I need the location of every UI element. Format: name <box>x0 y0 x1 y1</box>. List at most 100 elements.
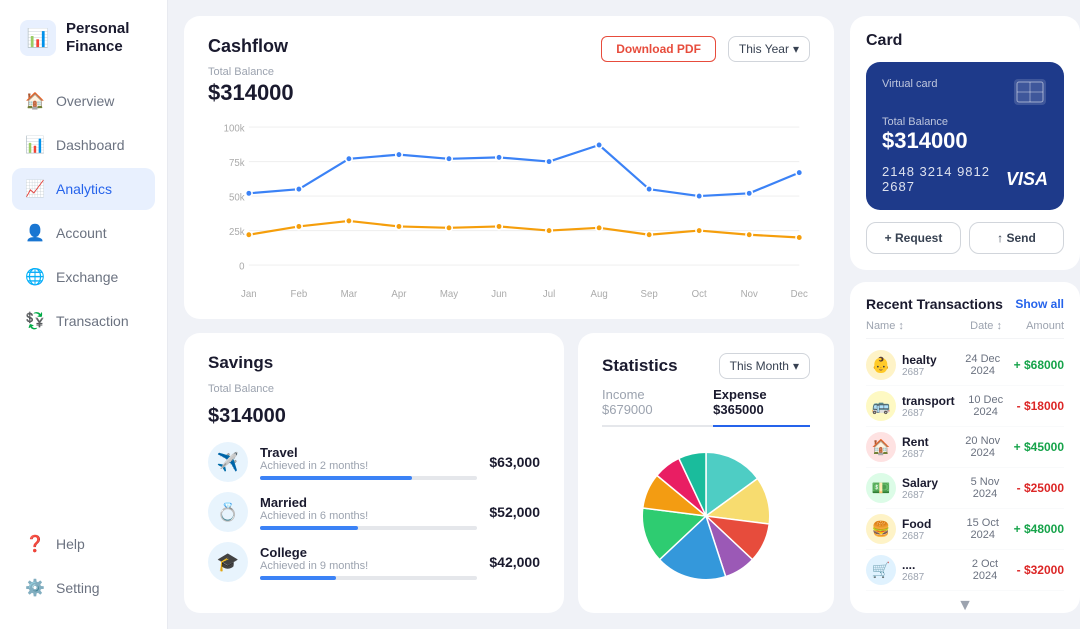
sidebar-item-overview[interactable]: 🏠 Overview <box>12 80 155 122</box>
pie-container <box>602 439 810 593</box>
svg-text:Jul: Jul <box>543 289 555 300</box>
card-widget-title: Card <box>866 32 1064 50</box>
txn-row-1[interactable]: 🚌 transport 2687 10 Dec 2024 - $18000 <box>866 386 1064 427</box>
sidebar-bottom: ❓ Help⚙️ Setting <box>0 523 167 609</box>
top-row: Cashflow Download PDF This Year ▾ Total … <box>184 16 834 319</box>
txn-row-2[interactable]: 🏠 Rent 2687 20 Nov 2024 + $45000 <box>866 427 1064 468</box>
txn-amount-1: - $18000 <box>1017 399 1064 413</box>
sidebar-item-analytics[interactable]: 📈 Analytics <box>12 168 155 210</box>
main-content: Cashflow Download PDF This Year ▾ Total … <box>168 0 850 629</box>
sidebar-logo-icon: 📊 <box>20 20 56 56</box>
txn-avatar-5: 🛒 <box>866 555 896 585</box>
txn-list: 👶 healty 2687 24 Dec 2024 + $68000 🚌 tra… <box>866 345 1064 591</box>
sidebar-item-account[interactable]: 👤 Account <box>12 212 155 254</box>
sidebar-item-dashboard[interactable]: 📊 Dashboard <box>12 124 155 166</box>
savings-info-college: College Achieved in 9 months! <box>260 545 477 580</box>
send-button[interactable]: ↑ Send <box>969 222 1064 254</box>
txn-row-0[interactable]: 👶 healty 2687 24 Dec 2024 + $68000 <box>866 345 1064 386</box>
savings-sub: Achieved in 6 months! <box>260 510 477 522</box>
txn-id-5: 2687 <box>902 572 953 583</box>
txn-info-2: Rent 2687 <box>902 435 952 460</box>
card-row1: Virtual card <box>882 78 1048 106</box>
savings-info-married: Married Achieved in 6 months! <box>260 495 477 530</box>
txn-amount-5: - $32000 <box>1017 563 1064 577</box>
svg-text:Oct: Oct <box>692 289 707 300</box>
stats-title: Statistics <box>602 356 678 376</box>
sidebar-label-exchange: Exchange <box>56 269 118 285</box>
savings-amount: $63,000 <box>489 454 540 470</box>
year-select[interactable]: This Year ▾ <box>728 36 810 62</box>
svg-text:25k: 25k <box>229 227 245 238</box>
txn-info-0: healty 2687 <box>902 353 952 378</box>
cashflow-balance: $314000 <box>208 80 810 106</box>
sidebar-logo: 📊 PersonalFinance <box>0 20 167 80</box>
stats-tab-income-$679000[interactable]: Income $679000 <box>602 387 689 425</box>
sidebar-item-help[interactable]: ❓ Help <box>12 523 155 565</box>
cashflow-header: Cashflow Download PDF This Year ▾ <box>208 36 810 62</box>
savings-progress-bar <box>260 526 358 530</box>
cashflow-actions: Download PDF This Year ▾ <box>601 36 810 62</box>
txn-avatar-1: 🚌 <box>866 391 896 421</box>
svg-text:0: 0 <box>239 261 245 272</box>
download-pdf-button[interactable]: Download PDF <box>601 36 716 62</box>
savings-icon-married: 💍 <box>208 492 248 532</box>
txn-amount-2: + $45000 <box>1014 440 1064 454</box>
txn-row-5[interactable]: 🛒 .... 2687 2 Oct 2024 - $32000 <box>866 550 1064 591</box>
savings-amount: $42,000 <box>489 554 540 570</box>
txn-name-5: .... <box>902 558 953 572</box>
request-button[interactable]: + Request <box>866 222 961 254</box>
savings-progress-bar-bg <box>260 526 477 530</box>
savings-item-travel: ✈️ Travel Achieved in 2 months! $63,000 <box>208 442 540 482</box>
sidebar-label-account: Account <box>56 225 107 241</box>
card-balance: $314000 <box>882 128 1048 154</box>
txn-row-4[interactable]: 🍔 Food 2687 15 Oct 2024 + $48000 <box>866 509 1064 550</box>
sidebar-item-setting[interactable]: ⚙️ Setting <box>12 567 155 609</box>
cashflow-title: Cashflow <box>208 36 288 57</box>
svg-text:50k: 50k <box>229 192 245 203</box>
stats-tab-expense-$365000[interactable]: Expense $365000 <box>713 387 810 427</box>
help-icon: ❓ <box>24 533 46 555</box>
savings-progress-bar-bg <box>260 476 477 480</box>
txn-name-0: healty <box>902 353 952 367</box>
txn-name-2: Rent <box>902 435 952 449</box>
transactions-header: Recent Transactions Show all <box>866 296 1064 312</box>
chip-svg <box>1014 79 1046 105</box>
account-icon: 👤 <box>24 222 46 244</box>
sidebar-item-transaction[interactable]: 💱 Transaction <box>12 300 155 342</box>
savings-amount: $52,000 <box>489 504 540 520</box>
svg-text:Jan: Jan <box>241 289 257 300</box>
savings-name: Travel <box>260 445 477 460</box>
svg-text:100k: 100k <box>224 123 245 134</box>
card-widget: Card Virtual card Total Balance $314000 … <box>850 16 1080 270</box>
card-chip-icon <box>1012 78 1048 106</box>
statistics-card: Statistics This Month ▾ Income $679000 Ex… <box>578 333 834 613</box>
month-select[interactable]: This Month ▾ <box>719 353 810 379</box>
txn-id-4: 2687 <box>902 531 952 542</box>
txn-id-1: 2687 <box>902 408 955 419</box>
exchange-icon: 🌐 <box>24 266 46 288</box>
savings-title: Savings <box>208 353 540 373</box>
svg-text:Mar: Mar <box>341 289 358 300</box>
txn-avatar-3: 💵 <box>866 473 896 503</box>
savings-icon-travel: ✈️ <box>208 442 248 482</box>
svg-text:Dec: Dec <box>791 289 808 300</box>
cashflow-card: Cashflow Download PDF This Year ▾ Total … <box>184 16 834 319</box>
virtual-card: Virtual card Total Balance $314000 2148 … <box>866 62 1064 210</box>
txn-name-1: transport <box>902 394 955 408</box>
txn-more-button[interactable]: ▼ <box>866 591 1064 613</box>
txn-name-3: Salary <box>902 476 953 490</box>
virtual-card-label: Virtual card <box>882 78 937 90</box>
txn-row-3[interactable]: 💵 Salary 2687 5 Nov 2024 - $25000 <box>866 468 1064 509</box>
card-number: 2148 3214 9812 2687 <box>882 164 1006 194</box>
right-panel: Card Virtual card Total Balance $314000 … <box>850 0 1080 629</box>
txn-avatar-0: 👶 <box>866 350 896 380</box>
show-all-link[interactable]: Show all <box>1015 297 1064 311</box>
savings-sub: Achieved in 2 months! <box>260 460 477 472</box>
savings-balance-label: Total Balance <box>208 383 540 395</box>
savings-item-college: 🎓 College Achieved in 9 months! $42,000 <box>208 542 540 582</box>
cashflow-chart: 025k50k75k100kJanFebMarAprMayJunJulAugSe… <box>208 116 810 304</box>
sidebar-label-help: Help <box>56 536 85 552</box>
savings-item-married: 💍 Married Achieved in 6 months! $52,000 <box>208 492 540 532</box>
sidebar: 📊 PersonalFinance 🏠 Overview📊 Dashboard📈… <box>0 0 168 629</box>
sidebar-item-exchange[interactable]: 🌐 Exchange <box>12 256 155 298</box>
